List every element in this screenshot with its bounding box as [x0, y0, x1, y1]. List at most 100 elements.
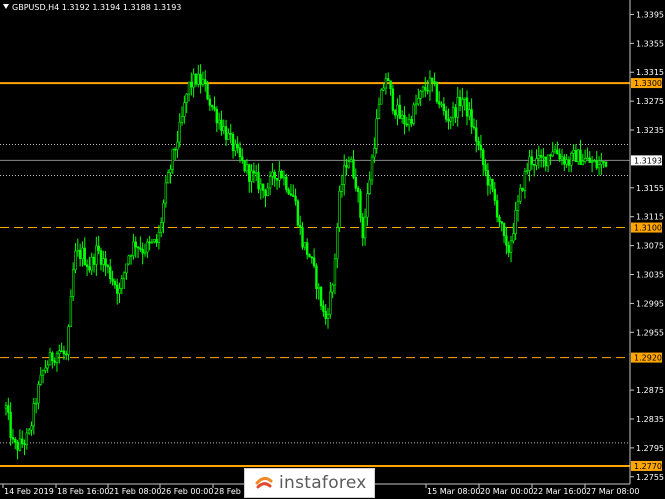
candle-body	[428, 77, 432, 92]
dropdown-arrow-icon[interactable]	[3, 4, 9, 9]
candle-body	[539, 155, 543, 158]
symbol-info: GBPUSD,H4 1.3192 1.3194 1.3188 1.3193	[12, 3, 182, 12]
candle-body	[83, 247, 86, 266]
candle-body	[190, 81, 193, 88]
level-badge-label: 1.3100	[634, 224, 662, 233]
candle-body	[192, 74, 195, 88]
candle-body	[136, 246, 140, 249]
candle-body	[468, 109, 471, 117]
candle-body	[410, 119, 413, 124]
candle-body	[368, 179, 371, 195]
candle-body	[558, 153, 561, 160]
candle-body	[34, 402, 38, 405]
candle-body	[169, 168, 172, 173]
candle-body	[194, 74, 198, 85]
candle-body	[157, 231, 161, 244]
candle-body	[250, 170, 253, 182]
candle-body	[310, 256, 313, 259]
time-tick-label: 21 Feb 08:00	[109, 487, 161, 496]
candle-body	[495, 200, 499, 218]
candle-body	[363, 216, 367, 239]
candle-body	[308, 254, 311, 258]
candle-body	[9, 412, 12, 438]
time-tick-label: 27 Mar 08:00	[586, 487, 639, 496]
candle-body	[139, 247, 142, 250]
current-price-label: 1.3193	[634, 156, 662, 165]
candle-body	[500, 221, 503, 224]
candle-body	[285, 176, 288, 190]
instaforex-logo-icon	[255, 476, 273, 489]
candle-body	[287, 189, 290, 195]
candle-body	[227, 133, 230, 140]
candle-body	[570, 153, 573, 166]
candle-body	[324, 311, 327, 319]
candle-body	[268, 176, 272, 189]
candle-body	[62, 350, 66, 355]
candle-body	[78, 249, 82, 259]
candle-body	[588, 157, 591, 163]
candle-body	[160, 222, 163, 233]
candle-body	[340, 184, 344, 192]
candle-body	[60, 350, 63, 353]
candle-body	[470, 109, 473, 128]
candle-body	[502, 223, 506, 237]
candle-body	[155, 239, 158, 244]
candle-body	[370, 156, 374, 181]
candle-body	[382, 87, 385, 91]
price-tick-label: 1.2755	[636, 473, 664, 482]
candle-body	[590, 161, 594, 164]
candle-body	[303, 242, 307, 248]
candle-body	[433, 81, 436, 84]
candle-body	[252, 170, 256, 174]
candle-body	[400, 115, 404, 119]
candle-body	[143, 251, 147, 254]
candle-body	[125, 263, 128, 274]
candle-body	[213, 106, 216, 110]
candle-body	[424, 86, 427, 91]
candle-body	[333, 258, 337, 286]
candle-body	[444, 110, 448, 120]
candle-body	[456, 96, 459, 118]
candle-body	[336, 227, 339, 260]
price-chart[interactable]: 1.3395 1.3355 1.3315 1.3275 1.3235 1.3155 1.31…	[0, 0, 665, 499]
candle-body	[234, 143, 237, 152]
candle-body	[115, 284, 119, 294]
candle-body	[44, 367, 47, 371]
candle-body	[166, 172, 170, 184]
price-tick-label: 1.2955	[636, 328, 664, 337]
candle-body	[111, 278, 114, 282]
candle-body	[532, 163, 536, 166]
candle-body	[604, 161, 608, 167]
candle-body	[465, 97, 469, 117]
candle-body	[236, 143, 239, 149]
candle-body	[479, 145, 483, 151]
candle-body	[39, 374, 42, 385]
candle-body	[199, 73, 202, 85]
candle-body	[171, 148, 174, 170]
candle-body	[231, 134, 235, 152]
candle-body	[259, 183, 263, 190]
candle-body	[81, 247, 84, 259]
candle-body	[380, 89, 383, 105]
candle-body	[389, 80, 392, 90]
candle-body	[458, 96, 462, 107]
candle-body	[129, 255, 133, 257]
candle-body	[162, 202, 165, 223]
candle-body	[454, 107, 457, 118]
candle-body	[352, 159, 355, 178]
candle-body	[551, 151, 554, 157]
candle-body	[567, 159, 571, 166]
candle-body	[305, 242, 309, 255]
candle-body	[74, 250, 77, 271]
candle-body	[438, 101, 441, 105]
candle-body	[14, 439, 17, 443]
candle-body	[141, 248, 144, 254]
time-tick-label: 15 Mar 08:00	[427, 487, 480, 496]
candle-body	[319, 286, 323, 307]
candle-body	[472, 126, 476, 129]
time-tick-label: 22 Mar 16:00	[533, 487, 586, 496]
candle-body	[475, 127, 478, 142]
candle-body	[345, 165, 348, 168]
candle-body	[53, 360, 56, 363]
candle-body	[488, 179, 492, 186]
